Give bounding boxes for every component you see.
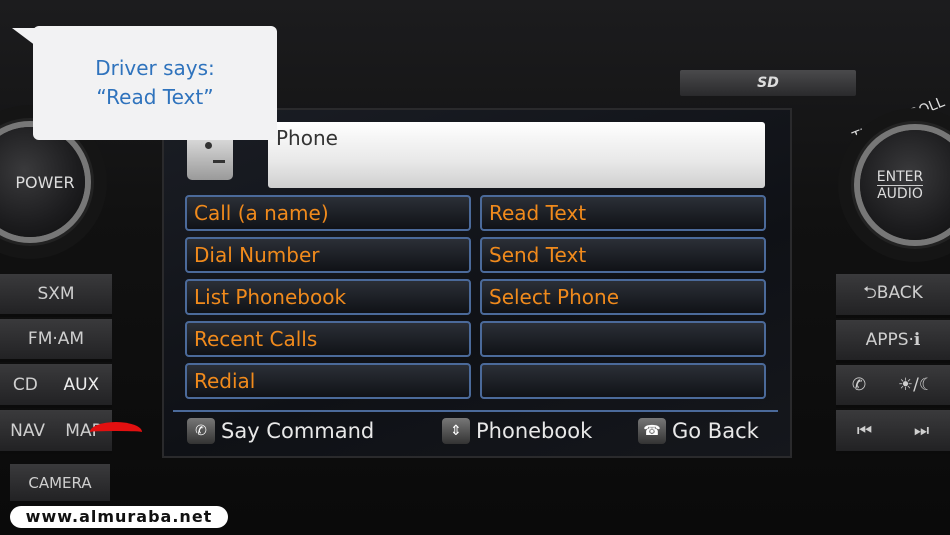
watermark-logo xyxy=(20,420,230,500)
day-night-icon: ☀/☾ xyxy=(897,375,935,395)
menu-read-text[interactable]: Read Text xyxy=(480,195,766,231)
previous-track-icon: ⏮ xyxy=(856,420,873,441)
screen-title: Phone xyxy=(268,122,765,188)
track-skip-button[interactable]: ⏮ ⏭ xyxy=(836,410,950,454)
menu-redial[interactable]: Redial xyxy=(185,363,471,399)
watermark-url: www.almuraba.net xyxy=(10,506,228,528)
back-button[interactable]: ⮌BACK xyxy=(836,274,950,318)
hang-up-icon: ☎ xyxy=(638,418,666,444)
phonebook-hint[interactable]: ⇕ Phonebook xyxy=(442,416,592,446)
menu-recent-calls[interactable]: Recent Calls xyxy=(185,321,471,357)
up-down-arrows-icon: ⇕ xyxy=(442,418,470,444)
driver-says-callout: Driver says: “Read Text” xyxy=(33,26,277,140)
menu-send-text[interactable]: Send Text xyxy=(480,237,766,273)
cd-aux-button[interactable]: CD AUX xyxy=(0,364,112,408)
sxm-button[interactable]: SXM xyxy=(0,274,112,317)
menu-select-phone[interactable]: Select Phone xyxy=(480,279,766,315)
phone-icon: ✆ xyxy=(851,375,867,395)
go-back-hint[interactable]: ☎ Go Back xyxy=(638,416,759,446)
menu-empty-slot xyxy=(480,363,766,399)
sd-card-slot: SD xyxy=(680,70,856,96)
menu-dial-number[interactable]: Dial Number xyxy=(185,237,471,273)
next-track-icon: ⏭ xyxy=(913,420,930,441)
phone-brightness-button[interactable]: ✆ ☀/☾ xyxy=(836,365,950,408)
bottom-divider xyxy=(173,410,778,412)
menu-call-a-name[interactable]: Call (a name) xyxy=(185,195,471,231)
apps-info-button[interactable]: APPS·ℹ xyxy=(836,320,950,363)
menu-empty-slot xyxy=(480,321,766,357)
fm-am-button[interactable]: FM·AM xyxy=(0,319,112,362)
menu-list-phonebook[interactable]: List Phonebook xyxy=(185,279,471,315)
